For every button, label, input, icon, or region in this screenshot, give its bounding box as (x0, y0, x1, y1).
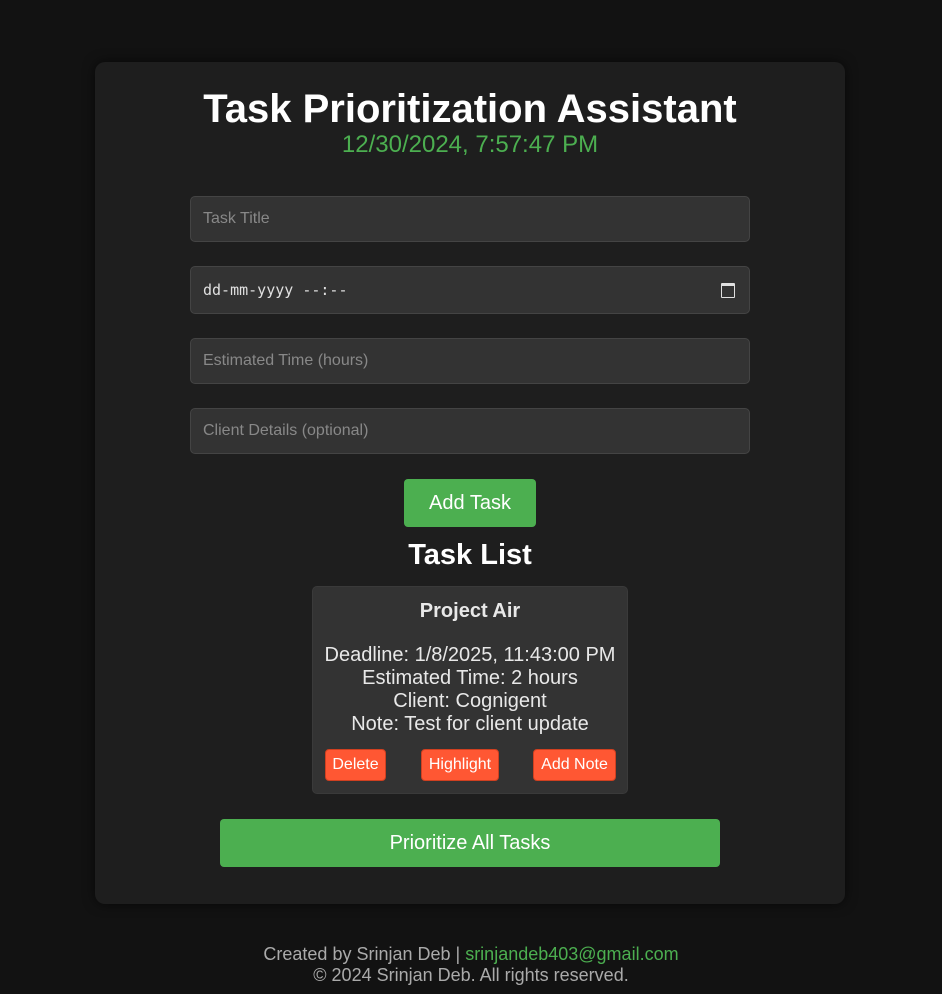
main-panel: Task Prioritization Assistant 12/30/2024… (95, 62, 845, 904)
task-title-placeholder: Task Title (203, 210, 270, 227)
footer: Created by Srinjan Deb | srinjandeb403@g… (0, 944, 942, 986)
current-datetime: 12/30/2024, 7:57:47 PM (341, 131, 599, 158)
task-estimated-time: Estimated Time: 2 hours (362, 667, 578, 689)
prioritize-all-button[interactable]: Prioritize All Tasks (220, 819, 720, 867)
task-client: Client: Cognigent (393, 690, 547, 712)
estimated-time-placeholder: Estimated Time (hours) (203, 352, 369, 369)
page-title: Task Prioritization Assistant (203, 87, 737, 131)
footer-copyright: © 2024 Srinjan Deb. All rights reserved. (313, 965, 629, 985)
estimated-time-input[interactable]: Estimated Time (hours) (190, 338, 750, 384)
footer-credit: Created by Srinjan Deb | (263, 944, 466, 964)
task-card: Project Air Deadline: 1/8/2025, 11:43:00… (312, 586, 628, 794)
task-note: Note: Test for client update (351, 713, 589, 735)
footer-email-link[interactable]: srinjandeb403@gmail.com (465, 944, 678, 964)
task-title-input[interactable]: Task Title (190, 196, 750, 242)
task-deadline: Deadline: 1/8/2025, 11:43:00 PM (324, 644, 616, 666)
add-note-button[interactable]: Add Note (533, 749, 616, 781)
footer-credit-line: Created by Srinjan Deb | srinjandeb403@g… (0, 944, 942, 965)
task-name: Project Air (419, 600, 521, 622)
deadline-input[interactable]: dd-mm-yyyy --:-- (190, 266, 750, 314)
client-details-placeholder: Client Details (optional) (203, 422, 369, 439)
client-details-input[interactable]: Client Details (optional) (190, 408, 750, 454)
highlight-button[interactable]: Highlight (421, 749, 499, 781)
calendar-icon[interactable] (721, 282, 735, 298)
deadline-placeholder: dd-mm-yyyy --:-- (203, 281, 348, 299)
task-list-heading: Task List (408, 539, 532, 571)
add-task-button[interactable]: Add Task (404, 479, 536, 527)
delete-button[interactable]: Delete (325, 749, 386, 781)
